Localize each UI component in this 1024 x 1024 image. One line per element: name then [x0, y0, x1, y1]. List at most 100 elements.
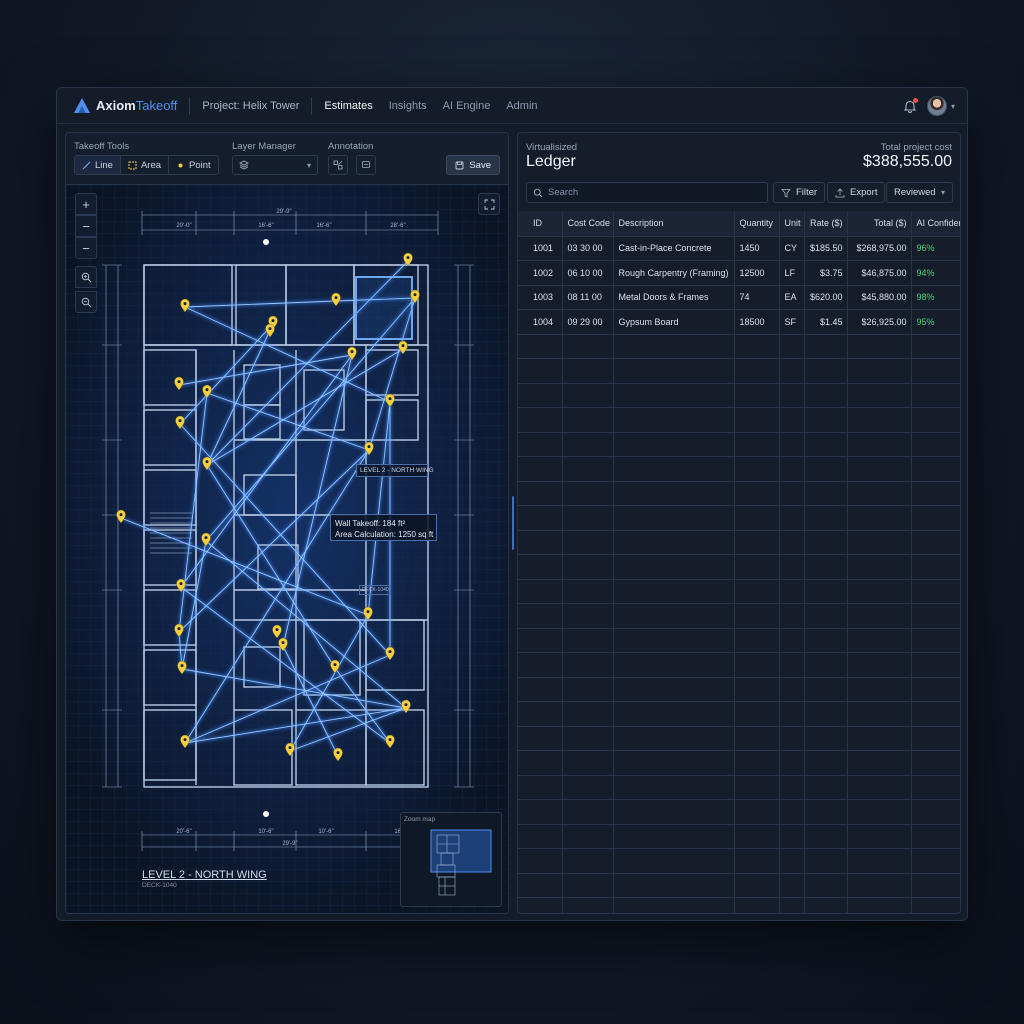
table-row[interactable]: 1002 06 10 00 Rough Carpentry (Framing) … — [518, 260, 960, 286]
empty-row — [518, 750, 960, 776]
cell-quantity: 12500 — [734, 260, 780, 286]
empty-row — [518, 603, 960, 629]
empty-cell — [779, 824, 805, 849]
empty-cell — [779, 334, 805, 359]
empty-cell — [562, 848, 614, 874]
empty-cell — [562, 456, 614, 482]
cell-unit: CY — [779, 236, 805, 261]
cell-total: $268,975.00 — [847, 236, 912, 261]
empty-row — [518, 628, 960, 653]
ledger-search[interactable] — [526, 182, 768, 203]
zoom-out-button[interactable]: − — [75, 215, 97, 237]
empty-cell — [518, 701, 563, 727]
annotation-comment-button[interactable] — [356, 155, 376, 175]
empty-cell — [779, 505, 805, 531]
zoom-magnify-in-button[interactable] — [75, 266, 97, 288]
fit-to-screen-button[interactable] — [478, 193, 500, 215]
pin-center — [401, 344, 405, 348]
status-filter-select[interactable]: Reviewed ▾ — [886, 182, 953, 203]
table-header-row: ID Cost Code Description Quantity Unit R… — [518, 211, 960, 237]
column-header-cost-code[interactable]: Cost Code — [562, 211, 614, 237]
table-row[interactable]: 1001 03 30 00 Cast-in-Place Concrete 145… — [518, 236, 960, 261]
project-name[interactable]: Project: Helix Tower — [202, 100, 299, 112]
chevron-down-icon[interactable]: ▾ — [951, 102, 955, 111]
empty-cell — [847, 897, 912, 913]
layer-select[interactable]: ▾ — [232, 155, 318, 175]
brand-logo[interactable]: AxiomTakeoff — [73, 97, 177, 115]
empty-cell — [613, 603, 735, 629]
nav-estimates[interactable]: Estimates — [324, 100, 372, 112]
nav-ai-engine[interactable]: AI Engine — [443, 100, 491, 112]
empty-row — [518, 701, 960, 727]
layers-icon — [239, 160, 249, 170]
empty-row — [518, 652, 960, 678]
empty-row — [518, 456, 960, 482]
empty-cell — [804, 481, 848, 506]
panel-resize-handle[interactable] — [512, 496, 514, 550]
pin-center — [205, 460, 209, 464]
zoom-in-button[interactable]: + — [75, 193, 97, 215]
empty-cell — [562, 334, 614, 359]
table-row[interactable]: 1003 08 11 00 Metal Doors & Frames 74 EA… — [518, 285, 960, 310]
cell-description: Gypsum Board — [613, 309, 735, 335]
annotation-shapes-button[interactable] — [328, 155, 348, 175]
empty-cell — [911, 530, 960, 555]
column-header-id[interactable]: ID — [518, 211, 563, 237]
deck-tag: DECK-1040 — [359, 585, 391, 595]
column-header-quantity[interactable]: Quantity — [734, 211, 780, 237]
table-row[interactable]: 1004 09 29 00 Gypsum Board 18500 SF $1.4… — [518, 309, 960, 335]
nav-admin[interactable]: Admin — [506, 100, 537, 112]
cell-rate: $1.45 — [804, 309, 848, 335]
empty-cell — [847, 824, 912, 849]
axiom-logo-icon — [74, 97, 90, 113]
empty-cell — [734, 897, 780, 913]
save-button[interactable]: Save — [446, 155, 500, 175]
empty-row — [518, 383, 960, 408]
empty-cell — [613, 481, 735, 506]
zoom-minimap[interactable]: Zoom map — [400, 812, 502, 907]
line-tool-button[interactable]: Line — [75, 156, 121, 174]
search-input[interactable] — [548, 187, 748, 198]
empty-cell — [518, 530, 563, 555]
area-calculation-readout: Area Calculation: 1250 sq ft — [335, 530, 434, 539]
layer-manager-label: Layer Manager — [232, 141, 296, 152]
user-avatar[interactable] — [926, 96, 947, 116]
empty-cell — [847, 481, 912, 506]
empty-cell — [518, 603, 563, 629]
filter-button[interactable]: Filter — [773, 182, 826, 203]
column-header-description[interactable]: Description — [613, 211, 735, 237]
empty-cell — [518, 554, 563, 580]
zoom-magnify-out-button[interactable] — [75, 291, 97, 313]
chevron-down-icon: ▾ — [306, 160, 311, 170]
empty-cell — [804, 799, 848, 825]
reset-button[interactable]: − — [75, 237, 97, 259]
pin-center — [281, 641, 285, 645]
magnify-minus-icon — [81, 297, 91, 307]
area-tool-button[interactable]: Area — [121, 156, 170, 174]
floor-plan-drawing[interactable]: 29'-9" 20'-0" 16'-6" 16'-6" 28'-6" 20'-6" 10'-… — [66, 185, 509, 914]
dimension-label: 29'-9" — [282, 841, 297, 847]
empty-cell — [734, 628, 780, 653]
ledger-kicker: Virtualisized — [526, 142, 578, 153]
point-tool-button[interactable]: Point — [169, 156, 218, 174]
top-nav: AxiomTakeoff Project: Helix Tower Estima… — [57, 88, 967, 124]
empty-cell — [562, 652, 614, 678]
empty-cell — [911, 799, 960, 825]
column-header-unit[interactable]: Unit — [779, 211, 805, 237]
empty-row — [518, 824, 960, 849]
empty-cell — [847, 799, 912, 825]
column-header-ai-confidence[interactable]: AI Confidence — [911, 211, 960, 237]
notification-button[interactable] — [903, 98, 918, 113]
export-button[interactable]: Export — [827, 182, 886, 203]
empty-cell — [562, 554, 614, 580]
magnify-plus-icon — [81, 272, 91, 282]
nav-insights[interactable]: Insights — [389, 100, 427, 112]
ledger-title: Ledger — [526, 153, 576, 170]
shapes-icon — [333, 160, 343, 170]
empty-cell — [562, 432, 614, 457]
blueprint-canvas[interactable]: 29'-9" 20'-0" 16'-6" 16'-6" 28'-6" 20'-6" 10'-… — [66, 185, 509, 914]
empty-cell — [518, 579, 563, 604]
column-header-total[interactable]: Total ($) — [847, 211, 912, 237]
empty-cell — [613, 579, 735, 604]
column-header-rate[interactable]: Rate ($) — [804, 211, 848, 237]
